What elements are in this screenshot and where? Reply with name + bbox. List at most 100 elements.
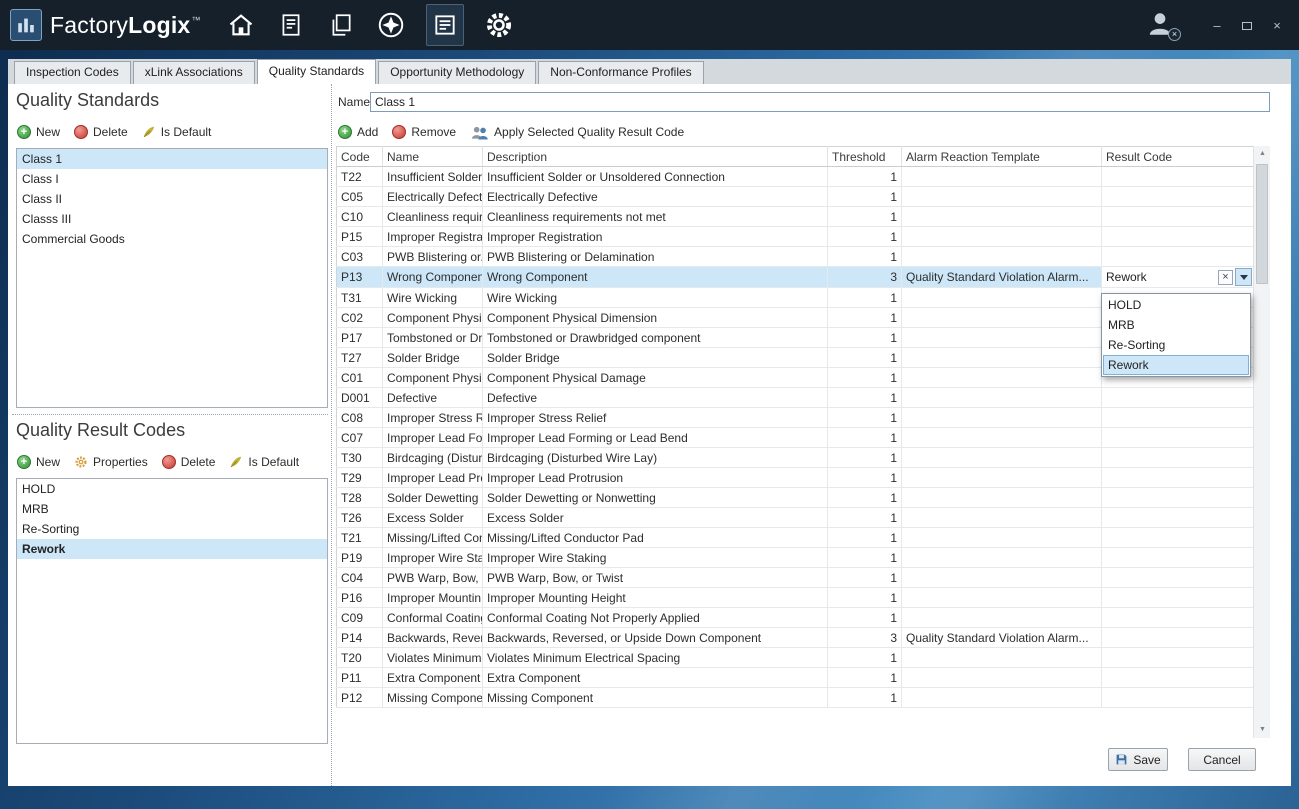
result-code-combo[interactable]: Rework × [1102,267,1253,287]
grid-row-C09[interactable]: C09Conformal Coating...Conformal Coating… [337,608,1254,628]
feather-check-icon [229,455,243,469]
panel-splitter[interactable] [12,414,328,415]
remove-row-button[interactable]: Remove [392,125,456,139]
grid-row-C08[interactable]: C08Improper Stress Re...Improper Stress … [337,408,1254,428]
result-code-item-re-sorting[interactable]: Re-Sorting [17,519,327,539]
grid-row-T20[interactable]: T20Violates Minimum...Violates Minimum E… [337,648,1254,668]
standard-item-classs-iii[interactable]: Classs III [17,209,327,229]
inspection-codes-icon[interactable] [276,10,306,40]
cell-description: Component Physical Dimension [483,308,828,328]
quality-standards-toolbar: +New Delete Is Default [17,124,211,140]
grid-row-P15[interactable]: P15Improper Registrati...Improper Regist… [337,227,1254,247]
col-header-name[interactable]: Name [383,147,483,167]
grid-row-T29[interactable]: T29Improper Lead Pro...Improper Lead Pro… [337,468,1254,488]
cancel-button[interactable]: Cancel [1188,748,1256,771]
settings-gear-icon[interactable] [484,10,514,40]
grid-row-P19[interactable]: P19Improper Wire Sta...Improper Wire Sta… [337,548,1254,568]
cell-description: Improper Registration [483,227,828,247]
col-header-result-code[interactable]: Result Code [1102,147,1254,167]
cell-alarm [902,548,1102,568]
grid-row-C10[interactable]: C10Cleanliness require...Cleanliness req… [337,207,1254,227]
result-code-item-hold[interactable]: HOLD [17,479,327,499]
scroll-up-arrow-icon[interactable]: ▲ [1254,146,1271,162]
grid-row-T30[interactable]: T30Birdcaging (Disturb...Birdcaging (Dis… [337,448,1254,468]
grid-row-P16[interactable]: P16Improper Mountin...Improper Mounting … [337,588,1254,608]
cell-result-code [1102,468,1254,488]
result-code-item-rework[interactable]: Rework [17,539,327,559]
gear-amber-icon [74,455,88,469]
clear-icon[interactable]: × [1218,270,1233,285]
cell-code: C10 [337,207,383,227]
col-header-alarm-reaction-template[interactable]: Alarm Reaction Template [902,147,1102,167]
grid-row-P12[interactable]: P12Missing ComponentMissing Component1 [337,688,1254,708]
new-result-code-button[interactable]: +New [17,455,60,469]
tab-xlink-associations[interactable]: xLink Associations [133,61,255,84]
dropdown-option-re-sorting[interactable]: Re-Sorting [1103,335,1249,355]
dropdown-option-hold[interactable]: HOLD [1103,295,1249,315]
grid-row-C05[interactable]: C05Electrically DefectiveElectrically De… [337,187,1254,207]
grid-row-T28[interactable]: T28Solder Dewetting o...Solder Dewetting… [337,488,1254,508]
standard-item-class-ii[interactable]: Class II [17,189,327,209]
cell-threshold: 1 [828,368,902,388]
user-icon[interactable]: × [1145,9,1177,41]
delete-standard-button[interactable]: Delete [74,125,128,139]
chevron-down-icon[interactable] [1235,268,1252,286]
minimize-button[interactable]: – [1209,18,1225,33]
col-header-threshold[interactable]: Threshold [828,147,902,167]
cell-threshold: 1 [828,568,902,588]
properties-result-code-button[interactable]: Properties [74,455,148,469]
cell-name: Conformal Coating... [383,608,483,628]
cell-description: Excess Solder [483,508,828,528]
dropdown-option-mrb[interactable]: MRB [1103,315,1249,335]
standard-item-class-i[interactable]: Class I [17,169,327,189]
result-code-item-mrb[interactable]: MRB [17,499,327,519]
grid-row-T22[interactable]: T22Insufficient Solder...Insufficient So… [337,167,1254,187]
standard-item-class-1[interactable]: Class 1 [17,149,327,169]
grid-row-P11[interactable]: P11Extra ComponentExtra Component1 [337,668,1254,688]
tab-non-conformance-profiles[interactable]: Non-Conformance Profiles [538,61,703,84]
home-icon[interactable] [226,10,256,40]
save-button[interactable]: Save [1108,748,1168,771]
col-header-description[interactable]: Description [483,147,828,167]
cell-description: Violates Minimum Electrical Spacing [483,648,828,668]
tab-inspection-codes[interactable]: Inspection Codes [14,61,131,84]
grid-row-C07[interactable]: C07Improper Lead For...Improper Lead For… [337,428,1254,448]
floppy-disk-icon [1115,753,1128,766]
grid-row-P13[interactable]: P13Wrong ComponentWrong Component3Qualit… [337,267,1254,288]
is-default-result-code-button[interactable]: Is Default [229,455,299,469]
grid-row-T21[interactable]: T21Missing/Lifted Con...Missing/Lifted C… [337,528,1254,548]
cell-code: T26 [337,508,383,528]
name-input[interactable] [370,92,1270,112]
cell-alarm: Quality Standard Violation Alarm... [902,628,1102,648]
cell-threshold: 1 [828,448,902,468]
grid-row-D001[interactable]: D001DefectiveDefective1 [337,388,1254,408]
tab-opportunity-methodology[interactable]: Opportunity Methodology [378,61,536,84]
quality-standards-icon-active[interactable] [426,4,464,46]
cell-alarm [902,368,1102,388]
grid-row-P14[interactable]: P14Backwards, Reverse...Backwards, Rever… [337,628,1254,648]
cell-result-code [1102,488,1254,508]
standard-item-commercial-goods[interactable]: Commercial Goods [17,229,327,249]
grid-row-T26[interactable]: T26Excess SolderExcess Solder1 [337,508,1254,528]
is-default-standard-button[interactable]: Is Default [142,125,212,139]
col-header-code[interactable]: Code [337,147,383,167]
add-row-button[interactable]: +Add [338,125,378,139]
scroll-down-arrow-icon[interactable]: ▼ [1254,722,1271,738]
apply-result-code-button[interactable]: Apply Selected Quality Result Code [470,125,684,140]
scrollbar-thumb[interactable] [1256,164,1268,284]
dropdown-option-rework[interactable]: Rework [1103,355,1249,375]
navigator-icon[interactable] [376,10,406,40]
cell-result-code [1102,608,1254,628]
grid-scrollbar[interactable]: ▲ ▼ [1253,146,1270,738]
delete-result-code-button[interactable]: Delete [162,455,216,469]
cell-result-code [1102,548,1254,568]
close-button[interactable]: × [1269,18,1285,33]
cell-threshold: 1 [828,187,902,207]
grid-row-C03[interactable]: C03PWB Blistering or...PWB Blistering or… [337,247,1254,267]
new-standard-button[interactable]: +New [17,125,60,139]
grid-row-C04[interactable]: C04PWB Warp, Bow, or...PWB Warp, Bow, or… [337,568,1254,588]
cell-result-code [1102,428,1254,448]
maximize-button[interactable] [1239,18,1255,33]
tab-quality-standards[interactable]: Quality Standards [257,59,376,84]
documents-icon[interactable] [326,10,356,40]
